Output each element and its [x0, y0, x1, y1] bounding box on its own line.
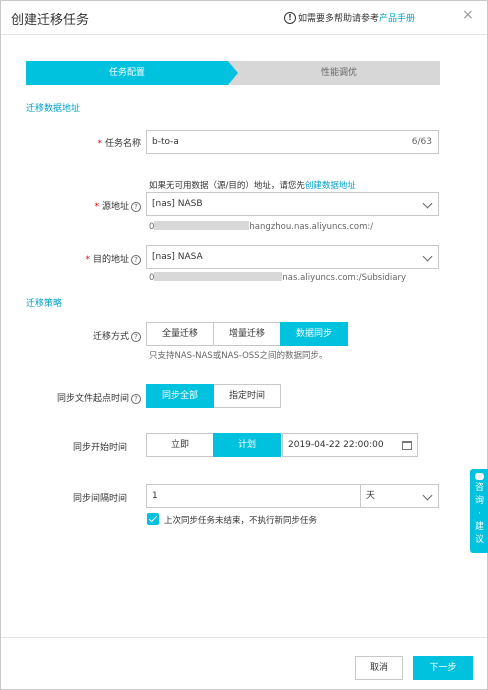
destination-value: [nas] NASA	[152, 252, 203, 262]
option-sync-all[interactable]: 同步全部	[146, 384, 214, 408]
create-address-hint: 如果无可用数据（源/目的）地址，请您先创建数据地址	[149, 181, 356, 191]
destination-label: * 目的地址?	[61, 252, 141, 265]
char-counter: 6/63	[411, 137, 432, 147]
create-migration-dialog: 创建迁移任务 ! 如需要多帮助请参考 产品手册 × 任务配置 性能调优 迁移数据…	[0, 0, 488, 690]
section-migration-address: 迁移数据地址	[26, 104, 81, 114]
sync-start-time-group: 立即 计划	[146, 433, 281, 457]
step-performance-tuning: 性能调优	[238, 61, 440, 85]
chevron-down-icon	[422, 251, 433, 262]
sync-interval-value: 1	[152, 491, 158, 501]
product-manual-link[interactable]: 产品手册	[379, 11, 415, 24]
step-arrow	[228, 61, 238, 85]
option-incremental-migration[interactable]: 增量迁移	[213, 322, 281, 346]
calendar-icon[interactable]	[402, 441, 412, 450]
source-value: [nas] NASB	[152, 199, 203, 209]
task-name-value: b-to-a	[152, 137, 179, 147]
schedule-datetime-input[interactable]: 2019-04-22 22:00:00	[282, 433, 418, 457]
task-name-input[interactable]: b-to-a 6/63	[146, 130, 439, 154]
help-note: ! 如需要多帮助请参考 产品手册	[284, 11, 415, 24]
question-icon[interactable]: ?	[131, 332, 141, 342]
migration-mode-hint: 只支持NAS-NAS或NAS-OSS之间的数据同步。	[149, 351, 328, 361]
option-immediate[interactable]: 立即	[146, 433, 214, 457]
info-icon: !	[284, 11, 296, 24]
option-full-migration[interactable]: 全量迁移	[146, 322, 214, 346]
question-icon[interactable]: ?	[131, 202, 141, 212]
option-specified-time[interactable]: 指定时间	[213, 384, 281, 408]
interval-unit-value: 天	[366, 491, 376, 501]
redacted-block	[154, 272, 283, 281]
interval-unit-select[interactable]: 天	[360, 484, 439, 508]
source-label: * 源地址?	[61, 199, 141, 212]
next-step-button[interactable]: 下一步	[413, 656, 473, 680]
chevron-down-icon	[422, 490, 433, 501]
option-scheduled[interactable]: 计划	[213, 433, 281, 457]
sync-start-time-label: 同步开始时间	[72, 443, 127, 453]
cancel-button[interactable]: 取消	[355, 656, 403, 680]
source-select[interactable]: [nas] NASB	[146, 192, 439, 216]
question-icon[interactable]: ?	[131, 394, 141, 404]
dialog-header: 创建迁移任务 ! 如需要多帮助请参考 产品手册 ×	[1, 1, 487, 35]
redacted-block	[154, 221, 250, 230]
consult-feedback-tab[interactable]: 咨 询 · 建 议	[470, 469, 488, 553]
required-mark: *	[94, 202, 99, 212]
destination-endpoint: 0 nas.aliyuncs.com:/Subsidiary	[149, 272, 407, 283]
help-text: 如需要多帮助请参考	[298, 14, 380, 24]
footer-divider	[1, 637, 487, 638]
source-endpoint: 0 hangzhou.nas.aliyuncs.com:/	[149, 221, 374, 232]
migration-mode-group: 全量迁移 增量迁移 数据同步	[146, 322, 348, 346]
skip-if-running-checkbox[interactable]	[147, 513, 159, 525]
step-indicator: 任务配置 性能调优	[26, 61, 440, 85]
chevron-down-icon	[422, 198, 433, 209]
sync-interval-label: 同步间隔时间	[72, 494, 127, 504]
task-name-label: * 任务名称	[97, 139, 141, 149]
skip-if-running-label: 上次同步任务未结束，不执行新同步任务	[164, 516, 318, 526]
dialog-title: 创建迁移任务	[11, 13, 90, 28]
sync-file-start-group: 同步全部 指定时间	[146, 384, 281, 408]
required-mark: *	[85, 255, 90, 265]
section-migration-strategy: 迁移策略	[26, 299, 63, 309]
question-icon[interactable]: ?	[131, 255, 141, 265]
close-icon[interactable]: ×	[462, 7, 474, 23]
chat-icon	[475, 473, 484, 480]
sync-interval-input[interactable]: 1	[146, 484, 361, 508]
step-task-config: 任务配置	[26, 61, 228, 85]
schedule-datetime-value: 2019-04-22 22:00:00	[288, 440, 384, 450]
create-data-address-link[interactable]: 创建数据地址	[305, 181, 356, 191]
sync-file-start-label: 同步文件起点时间?	[31, 391, 141, 404]
option-data-sync[interactable]: 数据同步	[280, 322, 348, 346]
migration-mode-label: 迁移方式?	[61, 329, 141, 342]
required-mark: *	[97, 139, 102, 149]
destination-select[interactable]: [nas] NASA	[146, 245, 439, 269]
